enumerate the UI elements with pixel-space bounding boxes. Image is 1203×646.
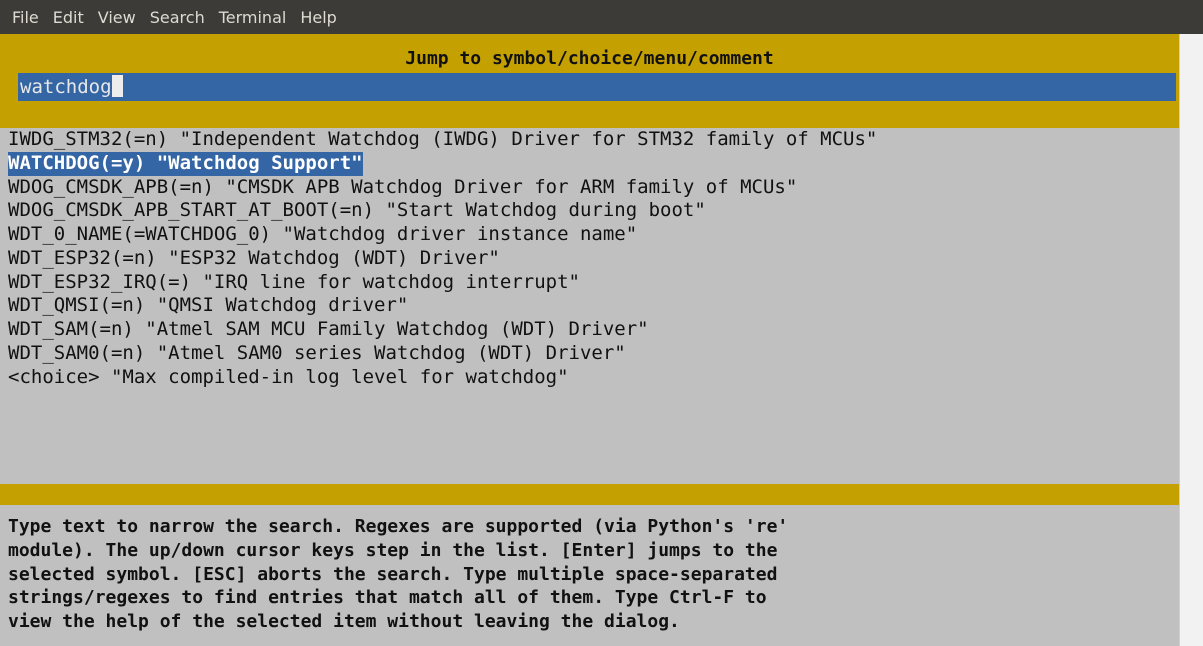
menu-edit[interactable]: Edit xyxy=(46,8,91,27)
result-item[interactable]: WDOG_CMSDK_APB(=n) "CMSDK APB Watchdog D… xyxy=(0,176,1179,200)
result-item[interactable]: IWDG_STM32(=n) "Independent Watchdog (IW… xyxy=(0,128,1179,152)
terminal-area: Jump to symbol/choice/menu/comment watch… xyxy=(0,34,1179,646)
terminal-scrollbar[interactable] xyxy=(1179,34,1203,646)
result-item[interactable]: WDT_0_NAME(=WATCHDOG_0) "Watchdog driver… xyxy=(0,223,1179,247)
dialog-header: Jump to symbol/choice/menu/comment watch… xyxy=(0,34,1179,128)
result-item[interactable]: WDT_SAM(=n) "Atmel SAM MCU Family Watchd… xyxy=(0,318,1179,342)
result-item-selected[interactable]: WATCHDOG(=y) "Watchdog Support" xyxy=(0,151,1179,176)
menu-help[interactable]: Help xyxy=(293,8,343,27)
search-input-value: watchdog xyxy=(20,76,112,98)
text-cursor xyxy=(111,75,123,97)
help-line: module). The up/down cursor keys step in… xyxy=(8,539,778,561)
result-item[interactable]: WDT_QMSI(=n) "QMSI Watchdog driver" xyxy=(0,294,1179,318)
result-item[interactable]: WDT_SAM0(=n) "Atmel SAM0 series Watchdog… xyxy=(0,342,1179,366)
help-line: selected symbol. [ESC] aborts the search… xyxy=(8,563,778,585)
result-item[interactable]: <choice> "Max compiled-in log level for … xyxy=(0,366,1179,390)
help-line: strings/regexes to find entries that mat… xyxy=(8,587,767,609)
help-divider xyxy=(0,484,1179,505)
menu-search[interactable]: Search xyxy=(143,8,212,27)
search-input[interactable]: watchdog xyxy=(18,73,1176,101)
help-line: view the help of the selected item witho… xyxy=(8,611,680,632)
menu-view[interactable]: View xyxy=(91,8,143,27)
menu-file[interactable]: File xyxy=(5,8,46,27)
help-line: Type text to narrow the search. Regexes … xyxy=(8,516,789,537)
results-list: IWDG_STM32(=n) "Independent Watchdog (IW… xyxy=(0,128,1179,389)
result-item[interactable]: WDT_ESP32_IRQ(=) "IRQ line for watchdog … xyxy=(0,271,1179,295)
dialog-title: Jump to symbol/choice/menu/comment xyxy=(405,48,774,69)
menu-terminal[interactable]: Terminal xyxy=(212,8,294,27)
result-item[interactable]: WDT_ESP32(=n) "ESP32 Watchdog (WDT) Driv… xyxy=(0,247,1179,271)
help-text: Type text to narrow the search. Regexes … xyxy=(0,515,1179,634)
result-item[interactable]: WDOG_CMSDK_APB_START_AT_BOOT(=n) "Start … xyxy=(0,199,1179,223)
menu-bar: File Edit View Search Terminal Help xyxy=(0,0,1203,34)
